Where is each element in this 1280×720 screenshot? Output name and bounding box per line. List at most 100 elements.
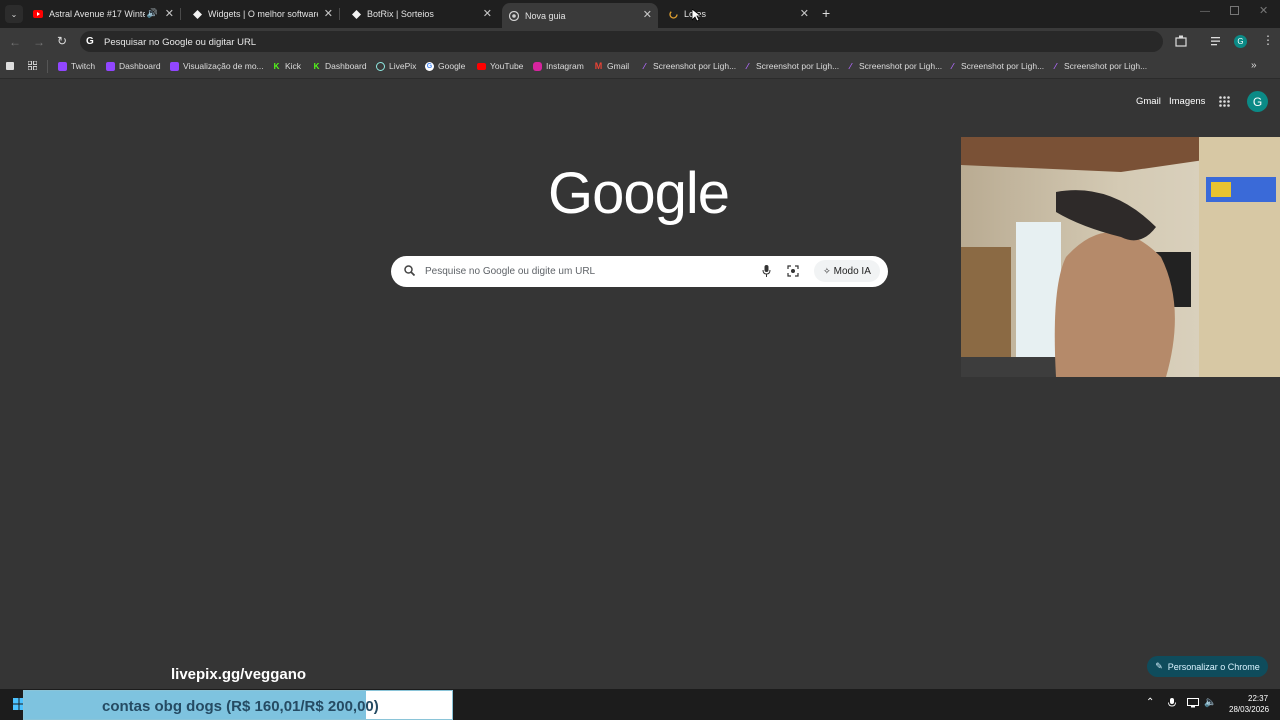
bookmark-lightshot-2[interactable]: ⁄ Screenshot por Ligh...	[743, 58, 839, 74]
diamond-icon	[192, 9, 202, 19]
clock-date[interactable]: 28/03/2026	[1229, 705, 1269, 714]
volume-icon[interactable]: 🔈	[1204, 697, 1216, 708]
omnibox-placeholder: Pesquisar no Google ou digitar URL	[104, 37, 257, 48]
bookmark-folder-icon[interactable]	[6, 62, 14, 70]
tab-title: BotRix | Sorteios	[367, 9, 434, 19]
bookmark-google[interactable]: G Google	[425, 58, 465, 74]
customize-chrome-button[interactable]: ✎ Personalizar o Chrome	[1147, 656, 1268, 677]
google-logo: Google	[548, 161, 730, 226]
twitch-icon	[170, 61, 179, 71]
customize-label: Personalizar o Chrome	[1167, 661, 1260, 672]
clock-time[interactable]: 22:37	[1248, 694, 1268, 703]
bookmark-twitch-dashboard[interactable]: Dashboard	[106, 58, 161, 74]
tab-title: Widgets | O melhor software p	[208, 9, 318, 19]
search-input-placeholder[interactable]: Pesquise no Google ou digite um URL	[425, 266, 595, 277]
tab-title: Astral Avenue #17 Winter 2	[49, 9, 145, 19]
bookmark-label: Gmail	[607, 61, 630, 71]
speaker-icon[interactable]: 🔊	[147, 8, 158, 19]
bookmark-gmail[interactable]: M Gmail	[594, 58, 629, 74]
close-tab-icon[interactable]: ✕	[643, 8, 652, 21]
bookmark-lightshot-3[interactable]: ⁄ Screenshot por Ligh...	[846, 58, 942, 74]
bookmark-kick[interactable]: K Kick	[272, 58, 301, 74]
profile-avatar[interactable]: G	[1234, 35, 1247, 48]
bookmarks-separator	[47, 60, 48, 73]
account-avatar[interactable]: G	[1247, 91, 1268, 112]
diamond-icon	[351, 9, 361, 19]
menu-dots-icon[interactable]: ⋮	[1262, 34, 1274, 46]
lightshot-icon: ⁄	[849, 61, 852, 71]
sparkle-search-icon: ✧	[823, 265, 831, 276]
bookmark-livepix[interactable]: LivePix	[376, 58, 416, 74]
bookmark-label: Instagram	[546, 61, 584, 71]
tab-nova-guia[interactable]: Nova guia ✕	[502, 3, 658, 28]
maximize-icon[interactable]	[1230, 6, 1239, 15]
close-tab-icon[interactable]: ✕	[324, 7, 333, 20]
tab-botrix[interactable]: BotRix | Sorteios ✕	[345, 2, 498, 26]
close-window-icon[interactable]: ✕	[1259, 4, 1268, 17]
bookmark-label: Dashboard	[325, 61, 367, 71]
bookmark-label: Google	[438, 61, 466, 71]
bookmark-label: Screenshot por Ligh...	[961, 61, 1045, 71]
forward-arrow-icon[interactable]: →	[33, 35, 45, 49]
bookmark-lightshot-1[interactable]: ⁄ Screenshot por Ligh...	[640, 58, 736, 74]
chrome-icon	[509, 10, 519, 21]
close-tab-icon[interactable]: ✕	[483, 7, 492, 20]
bookmark-twitch[interactable]: Twitch	[58, 58, 95, 74]
search-icon	[404, 265, 415, 276]
close-tab-icon[interactable]: ✕	[165, 7, 174, 20]
more-bookmarks-icon[interactable]: »	[1251, 60, 1257, 71]
close-tab-icon[interactable]: ✕	[800, 7, 809, 20]
bookmark-label: Screenshot por Ligh...	[859, 61, 943, 71]
bookmark-label: LivePix	[389, 61, 417, 71]
livepix-icon	[376, 61, 385, 71]
google-apps-icon[interactable]	[1219, 96, 1230, 107]
loading-icon	[668, 9, 678, 19]
twitch-icon	[58, 61, 67, 71]
tab-widgets[interactable]: Widgets | O melhor software p ✕	[186, 2, 339, 26]
google-g-icon: G	[86, 36, 94, 47]
tab-search-button[interactable]: ⌄	[5, 5, 23, 23]
kick-icon: K	[313, 61, 320, 71]
tab-lotes[interactable]: Lotes ✕	[662, 2, 815, 26]
bookmark-kick-dashboard[interactable]: K Dashboard	[312, 58, 367, 74]
bookmark-instagram[interactable]: Instagram	[533, 58, 584, 74]
bookmark-label: Dashboard	[119, 61, 161, 71]
kick-icon: K	[273, 61, 280, 71]
youtube-icon	[477, 62, 486, 70]
bookmark-label: Screenshot por Ligh...	[653, 61, 737, 71]
gmail-link[interactable]: Gmail	[1136, 96, 1161, 107]
microphone-tray-icon[interactable]	[1168, 698, 1176, 709]
tab-separator	[180, 8, 181, 20]
bookmark-label: Kick	[285, 61, 302, 71]
microphone-icon[interactable]	[762, 265, 771, 277]
show-hidden-icons-icon[interactable]: ⌃	[1146, 697, 1154, 708]
media-controls-icon[interactable]	[1211, 36, 1223, 46]
mouse-cursor-icon	[692, 9, 701, 22]
network-icon[interactable]	[1187, 698, 1199, 708]
bookmark-youtube[interactable]: YouTube	[477, 58, 523, 74]
goal-text: contas obg dogs (R$ 160,01/R$ 200,00)	[102, 698, 379, 715]
apps-grid-icon[interactable]	[28, 61, 37, 70]
lightshot-icon: ⁄	[951, 61, 954, 71]
google-lens-icon[interactable]	[787, 265, 799, 277]
bookmark-label: Twitch	[71, 61, 96, 71]
bookmark-label: Screenshot por Ligh...	[756, 61, 840, 71]
extensions-icon[interactable]	[1175, 35, 1187, 47]
chevron-down-icon: ⌄	[10, 9, 18, 19]
ai-mode-label: Modo IA	[833, 265, 871, 277]
bookmark-lightshot-5[interactable]: ⁄ Screenshot por Ligh...	[1051, 58, 1147, 74]
ai-mode-button[interactable]: ✧ Modo IA	[814, 260, 880, 282]
new-tab-button[interactable]: +	[822, 6, 830, 20]
tab-astral-avenue[interactable]: Astral Avenue #17 Winter 2 🔊 ✕	[27, 2, 180, 26]
minimize-icon[interactable]: —	[1200, 6, 1210, 17]
reload-icon[interactable]: ↻	[57, 34, 67, 48]
bookmark-label: Screenshot por Ligh...	[1064, 61, 1148, 71]
tab-title: Nova guia	[525, 10, 566, 21]
lightshot-icon: ⁄	[1054, 61, 1057, 71]
pencil-icon: ✎	[1155, 661, 1163, 671]
lightshot-icon: ⁄	[643, 61, 646, 71]
bookmark-visualizacao[interactable]: Visualização de mo...	[170, 58, 264, 74]
back-arrow-icon[interactable]: ←	[9, 35, 21, 49]
bookmark-lightshot-4[interactable]: ⁄ Screenshot por Ligh...	[948, 58, 1044, 74]
images-link[interactable]: Imagens	[1169, 96, 1205, 107]
